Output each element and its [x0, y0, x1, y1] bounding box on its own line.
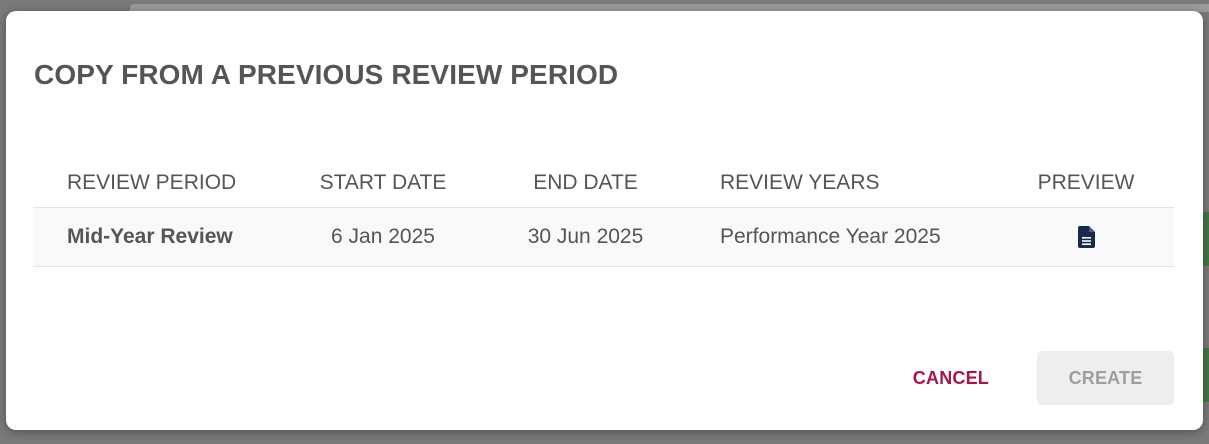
copy-review-period-dialog: COPY FROM A PREVIOUS REVIEW PERIOD REVIE… [6, 11, 1203, 430]
table-header: REVIEW PERIOD START DATE END DATE REVIEW… [33, 158, 1174, 208]
column-header-start-date: START DATE [319, 170, 447, 194]
table-row[interactable]: Mid-Year Review 6 Jan 2025 30 Jun 2025 P… [33, 208, 1174, 267]
column-header-end-date: END DATE [533, 170, 638, 194]
cell-review-period: Mid-Year Review [67, 225, 233, 248]
background-app-button [1203, 212, 1209, 266]
dialog-title: COPY FROM A PREVIOUS REVIEW PERIOD [34, 59, 619, 90]
column-header-review-years: REVIEW YEARS [720, 170, 880, 194]
document-icon-svg [1077, 226, 1095, 248]
background-app-button [1203, 348, 1209, 402]
cell-end-date: 30 Jun 2025 [527, 225, 644, 248]
cancel-button[interactable]: CANCEL [897, 351, 1005, 405]
dialog-actions: CANCEL CREATE [897, 351, 1174, 405]
cell-preview [998, 224, 1174, 250]
cell-review-years: Performance Year 2025 [720, 225, 941, 248]
review-periods-table: REVIEW PERIOD START DATE END DATE REVIEW… [33, 158, 1174, 267]
create-button[interactable]: CREATE [1037, 351, 1174, 405]
column-header-preview: PREVIEW [1037, 170, 1135, 194]
cell-start-date: 6 Jan 2025 [331, 225, 435, 248]
column-header-review-period: REVIEW PERIOD [67, 170, 237, 194]
document-icon[interactable] [1074, 224, 1098, 250]
